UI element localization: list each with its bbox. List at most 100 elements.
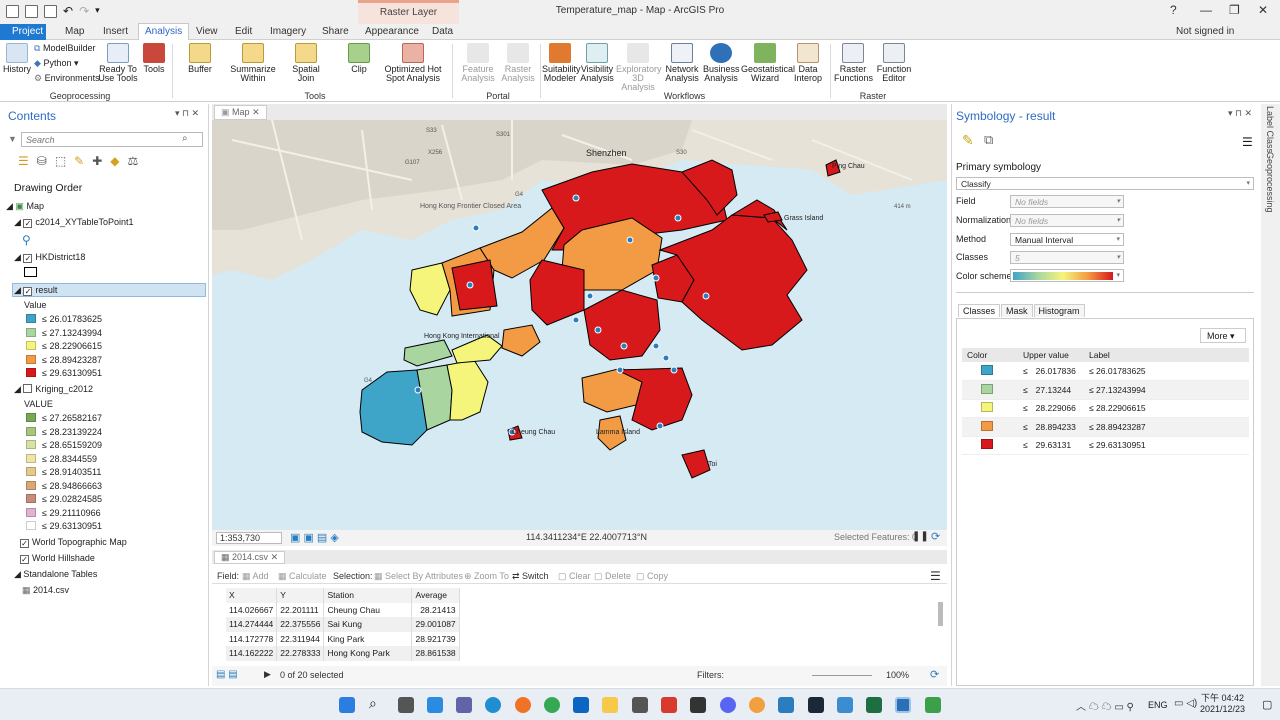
steam-icon[interactable] — [808, 697, 824, 713]
table-cell[interactable]: 114.274444 — [226, 617, 278, 632]
business-analysis-button[interactable]: Business Analysis — [703, 43, 740, 83]
toc-layer-topographic[interactable]: ✓ World Topographic Map — [20, 537, 127, 548]
class-row[interactable]: ≤28.229066 ≤ 28.22906615 — [962, 399, 1249, 418]
table-cell[interactable]: 22.278333 — [276, 646, 325, 661]
zoom-slider[interactable] — [812, 675, 872, 676]
map-tab[interactable]: ▣ Map ✕ — [214, 105, 267, 120]
table-row[interactable]: 114.162222 22.278333 Hong Kong Park 28.8615… — [226, 646, 460, 661]
network-volume-icons[interactable]: ▭ ◁) — [1174, 698, 1197, 709]
toc-layer-xytable[interactable]: ◢ ✓ c2014_XYTableToPoint1 — [14, 217, 134, 228]
photos-icon[interactable] — [632, 697, 648, 713]
system-tray-icons[interactable]: ︿ ☁ ☁ ▭ ⚲ — [1076, 698, 1134, 713]
chrome-icon[interactable] — [544, 697, 560, 713]
table-cell[interactable]: 28.861538 — [411, 646, 460, 661]
clip-button[interactable]: Clip — [344, 43, 374, 74]
list-by-perspective-icon[interactable]: ⚖ — [128, 154, 139, 168]
legend-class[interactable]: ≤ 26.01783625 — [26, 314, 102, 324]
tab-view[interactable]: View — [196, 26, 218, 37]
table-cell[interactable]: King Park — [323, 631, 413, 646]
table-row[interactable]: 114.172778 22.311944 King Park 28.921739 — [226, 631, 460, 646]
filter-icon[interactable]: ▼ — [8, 134, 17, 144]
table-cell[interactable]: 29.001087 — [411, 617, 460, 632]
select-by-attributes-button[interactable]: ▦ Select By Attributes — [374, 571, 463, 582]
class-swatch[interactable] — [981, 402, 993, 413]
legend-class[interactable]: ≤ 29.63130951 — [26, 368, 102, 378]
pane-menu-icon[interactable]: ▾ ⊓ ✕ — [175, 108, 199, 119]
class-row[interactable]: ≤26.017836 ≤ 26.01783625 — [962, 362, 1249, 381]
search-icon[interactable]: ⌕ — [182, 133, 188, 144]
class-swatch[interactable] — [981, 439, 993, 450]
clear-button[interactable]: ▢ Clear — [558, 571, 591, 582]
environments-button[interactable]: ⚙ Environments — [34, 74, 100, 83]
tab-share[interactable]: Share — [322, 26, 349, 37]
notifications-icon[interactable]: ▢ — [1262, 698, 1272, 711]
class-color-cell[interactable] — [962, 380, 1018, 400]
switch-button[interactable]: ⇄ Switch — [512, 571, 549, 582]
layer-visibility-checkbox[interactable]: ✓ — [20, 555, 29, 564]
legend-class[interactable]: ≤ 28.94866663 — [26, 480, 102, 491]
layer-visibility-checkbox[interactable]: ✓ — [23, 219, 33, 228]
optimized-hot-spot-button[interactable]: Optimized Hot Spot Analysis — [384, 43, 442, 83]
pause-drawing-icon[interactable]: ❚❚ — [912, 531, 929, 542]
normalization-dropdown[interactable]: No fields ▾ — [1010, 214, 1124, 227]
legend-class[interactable]: ≤ 29.02824585 — [26, 494, 102, 504]
table-cell[interactable]: 114.162222 — [226, 646, 278, 661]
close-tab-icon[interactable]: ✕ — [271, 552, 279, 562]
table-cell[interactable]: 22.375556 — [276, 617, 325, 632]
toc-layer-hkdistrict[interactable]: ◢ ✓ HKDistrict18 — [14, 252, 85, 263]
legend-class[interactable]: ≤ 28.91403511 — [26, 467, 101, 477]
toc-standalone-tables[interactable]: ◢ Standalone Tables — [14, 569, 97, 580]
list-by-selection-icon[interactable]: ⬚ — [55, 154, 66, 168]
list-by-editing-icon[interactable]: ✎ — [74, 154, 84, 168]
table-cell[interactable]: 28.921739 — [411, 631, 460, 646]
tab-edit[interactable]: Edit — [235, 26, 252, 37]
table-zoom-level[interactable]: 100% — [886, 670, 909, 680]
legend-class[interactable]: ≤ 28.65159209 — [26, 440, 102, 450]
cloud-app-icon[interactable] — [778, 697, 794, 713]
mail-icon[interactable] — [573, 697, 589, 713]
class-color-cell[interactable] — [962, 399, 1018, 418]
tab-mask[interactable]: Mask — [1001, 304, 1033, 317]
classes-dropdown[interactable]: 5 ▾ — [1010, 251, 1124, 264]
pane-menu-icon[interactable]: ▾ ⊓ ✕ — [1228, 108, 1252, 119]
app-icon[interactable] — [925, 697, 941, 713]
ready-to-use-tools-button[interactable]: Ready To Use Tools — [98, 43, 138, 83]
calculate-button[interactable]: ▦ Calculate — [278, 571, 327, 582]
delete-button[interactable]: ▢ Delete — [594, 571, 631, 582]
add-field-button[interactable]: ▦ Add — [242, 571, 269, 582]
tools-button[interactable]: Tools — [140, 43, 168, 74]
map-scale-input[interactable]: 1:353,730 — [216, 532, 282, 544]
label-class-tab[interactable]: Label Class — [1265, 106, 1275, 153]
table-cell[interactable]: 114.026667 — [226, 602, 278, 617]
app-icon[interactable] — [690, 697, 706, 713]
app-icon[interactable] — [837, 697, 853, 713]
legend-class[interactable]: ≤ 28.22906615 — [26, 341, 102, 351]
map-nav-icons[interactable]: ▣ ▣ ▤ ◈ — [290, 531, 339, 544]
tab-appearance[interactable]: Appearance — [365, 26, 419, 37]
legend-class[interactable]: ≤ 28.89423287 — [26, 354, 102, 365]
suitability-modeler-button[interactable]: Suitability Modeler — [542, 43, 581, 83]
tab-map[interactable]: Map — [65, 26, 84, 37]
legend-class[interactable]: ≤ 28.23139224 — [26, 426, 102, 437]
copy-button[interactable]: ▢ Copy — [636, 571, 668, 582]
summarize-within-button[interactable]: Summarize Within — [230, 43, 276, 83]
table-row[interactable]: 114.274444 22.375556 Sai Kung 29.001087 — [226, 617, 460, 632]
class-label-cell[interactable]: ≤ 28.89423287 — [1084, 417, 1249, 437]
list-by-labeling-icon[interactable]: ◆ — [110, 154, 119, 168]
column-header-station[interactable]: Station — [323, 588, 413, 603]
class-upper-cell[interactable]: ≤27.13244 — [1018, 380, 1084, 400]
legend-class[interactable]: ≤ 29.63130951 — [26, 521, 102, 531]
column-header-x[interactable]: X — [226, 588, 278, 603]
table-cell[interactable]: Cheung Chau — [323, 602, 413, 617]
minimize-button[interactable]: — — [1200, 3, 1212, 17]
chat-icon[interactable] — [456, 697, 472, 713]
class-upper-cell[interactable]: ≤29.63131 — [1018, 436, 1084, 455]
color-scheme-dropdown[interactable]: ▾ — [1010, 269, 1124, 282]
arcgis-pro-icon[interactable] — [895, 697, 911, 713]
widgets-icon[interactable] — [427, 697, 443, 713]
table-cell[interactable]: 22.201111 — [276, 602, 325, 617]
network-analysis-button[interactable]: Network Analysis — [664, 43, 700, 83]
layer-visibility-checkbox[interactable]: ✓ — [23, 287, 33, 296]
toc-map[interactable]: ◢ ▣ Map — [6, 201, 44, 212]
method-dropdown[interactable]: Manual Interval ▾ — [1010, 233, 1124, 246]
